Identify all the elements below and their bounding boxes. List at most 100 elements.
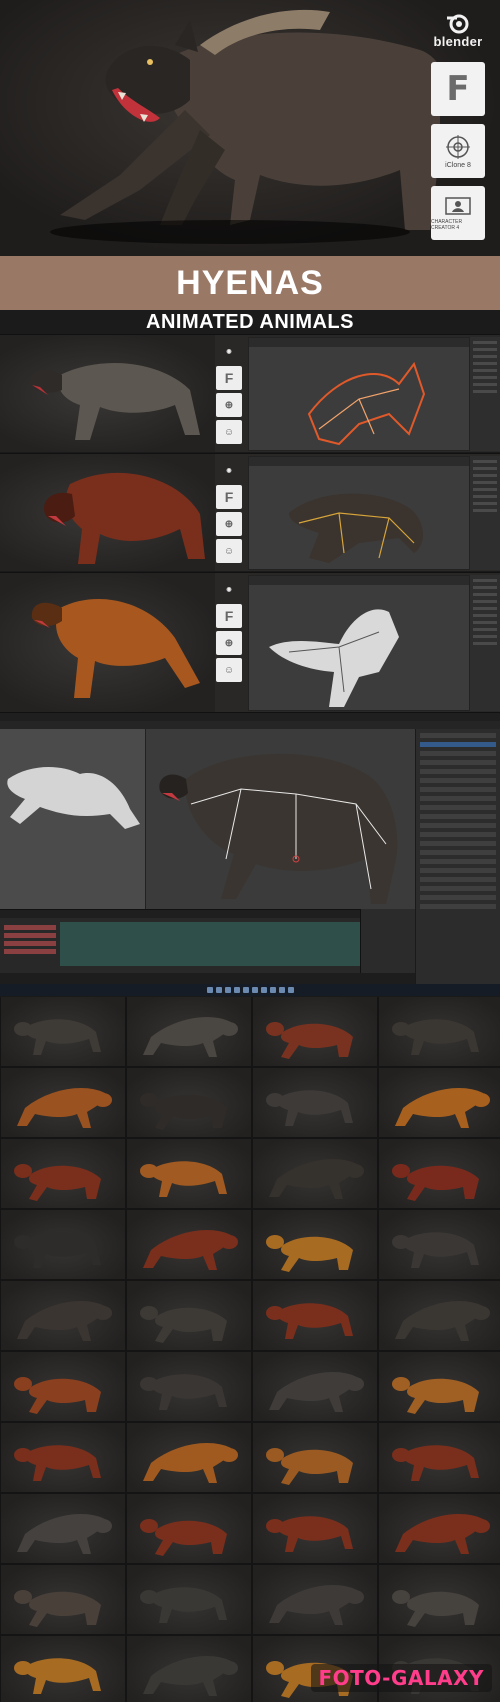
iclone-icon: ⊕ [216, 631, 242, 655]
pose-hyena-render [14, 1164, 101, 1201]
pose-hyena-render [140, 1161, 227, 1197]
blender-viewport[interactable] [248, 456, 470, 570]
taskbar-app-icon[interactable] [251, 987, 258, 993]
blender-nla-panel[interactable] [360, 909, 415, 973]
pose-hyena-render [140, 1587, 227, 1623]
pose-hyena-render [14, 1590, 101, 1627]
f-logo-icon: F [216, 366, 242, 390]
pose-thumbnail [1, 997, 125, 1066]
rigged-hyena-model [159, 753, 398, 904]
os-taskbar[interactable] [0, 984, 500, 996]
pose-hyena-head [14, 1448, 32, 1462]
pose-hyena-body [403, 1019, 479, 1055]
pose-hyena-render [395, 1088, 490, 1128]
pose-hyena-body [395, 1301, 484, 1341]
pose-thumbnail [379, 1139, 500, 1208]
pose-hyena-body [151, 1161, 227, 1197]
action-channel-list [0, 922, 60, 966]
pose-hyena-render [14, 1445, 101, 1481]
pose-hyena-render [14, 1658, 101, 1694]
character-creator-logo: CHARACTER CREATOR 4 [431, 186, 485, 240]
clay-model [269, 609, 399, 707]
character-creator-icon: ☺ [216, 420, 242, 444]
pose-thumbnail [127, 1068, 251, 1137]
blender-menubar[interactable] [0, 713, 500, 721]
pose-hyena-body [151, 1587, 227, 1623]
pose-hyena-head [392, 1590, 410, 1604]
page-title: HYENAS [176, 263, 324, 302]
character-creator-logo-text: CHARACTER CREATOR 4 [431, 219, 463, 231]
pose-hyena-body [25, 1445, 101, 1481]
pose-hyena-body [281, 1449, 353, 1485]
f-software-logo: F [431, 62, 485, 116]
properties-panel[interactable] [470, 456, 500, 570]
pose-hyena-head [346, 1377, 364, 1391]
properties-panel[interactable] [470, 575, 500, 711]
pose-thumbnail [1, 1565, 125, 1634]
pose-hyena-render [392, 1590, 479, 1627]
clay-preview-model [7, 767, 141, 829]
hero-ground-shadow [50, 220, 410, 244]
pose-hyena-render [140, 1306, 227, 1343]
blender-3d-viewport[interactable] [145, 729, 415, 909]
action-keyframe-track[interactable] [60, 922, 360, 966]
blender-viewport[interactable] [248, 337, 470, 451]
pose-hyena-head [140, 1306, 158, 1320]
blender-viewport[interactable] [248, 575, 470, 711]
properties-panel[interactable] [470, 337, 500, 451]
taskbar-app-icon[interactable] [269, 987, 276, 993]
taskbar-app-icon[interactable] [206, 987, 213, 993]
taskbar-app-icon[interactable] [287, 987, 294, 993]
hero-hyena-render [60, 9, 451, 230]
pose-hyena-head [14, 1377, 32, 1391]
pose-thumbnail [127, 1636, 251, 1702]
pose-hyena-body [277, 1303, 353, 1339]
pose-hyena-head [14, 1164, 32, 1178]
taskbar-app-icon[interactable] [278, 987, 285, 993]
blender-outliner-panel[interactable] [415, 729, 500, 984]
pose-thumbnail [379, 1423, 500, 1492]
pose-hyena-head [266, 1093, 284, 1107]
taskbar-app-icon[interactable] [224, 987, 231, 993]
taskbar-app-icon[interactable] [242, 987, 249, 993]
hero-hyena-head [105, 46, 190, 114]
blender-workspace-tabs[interactable] [0, 721, 500, 729]
hero-hyena-ear [175, 20, 198, 52]
subtitle-band: ANIMATED ANIMALS [0, 310, 500, 334]
action-editor-header [0, 910, 360, 918]
taskbar-app-icon[interactable] [215, 987, 222, 993]
blender-action-editor[interactable] [0, 909, 360, 973]
pose-hyena-body [395, 1514, 484, 1554]
pose-hyena-head [266, 1306, 284, 1320]
pose-thumbnail [127, 1139, 251, 1208]
pose-hyena-body [17, 1301, 106, 1341]
pose-thumbnail [379, 1565, 500, 1634]
variant-row-red: ◉ F ⊕ ☺ [0, 453, 500, 571]
pose-hyena-render [392, 1019, 479, 1055]
taskbar-app-icon[interactable] [233, 987, 240, 993]
pose-hyena-head [140, 1093, 158, 1107]
pose-thumbnail [1, 1139, 125, 1208]
pose-hyena-head [220, 1022, 238, 1036]
blender-side-viewport[interactable] [0, 729, 145, 909]
pose-hyena-render [17, 1301, 112, 1341]
pose-hyena-body [155, 1520, 227, 1556]
pose-hyena-body [407, 1165, 479, 1201]
pose-hyena-head [14, 1661, 32, 1675]
variant-hyena-orange [31, 599, 200, 698]
pose-thumbnail [127, 1352, 251, 1421]
pose-hyena-render [140, 1374, 227, 1410]
pose-hyena-render [14, 1232, 101, 1268]
pose-hyena-render [17, 1514, 112, 1554]
variant-render [0, 573, 215, 712]
blender-statusbar [0, 973, 415, 984]
pose-hyena-render [395, 1301, 490, 1341]
pose-thumbnail [253, 1139, 377, 1208]
pose-hyena-render [392, 1232, 479, 1268]
pose-hyena-render [392, 1445, 479, 1481]
variant-row-orange: ◉ F ⊕ ☺ [0, 572, 500, 712]
pose-hyena-render [143, 1017, 238, 1057]
taskbar-app-icon[interactable] [260, 987, 267, 993]
pose-hyena-render [143, 1443, 238, 1483]
pose-thumbnail [253, 1423, 377, 1492]
